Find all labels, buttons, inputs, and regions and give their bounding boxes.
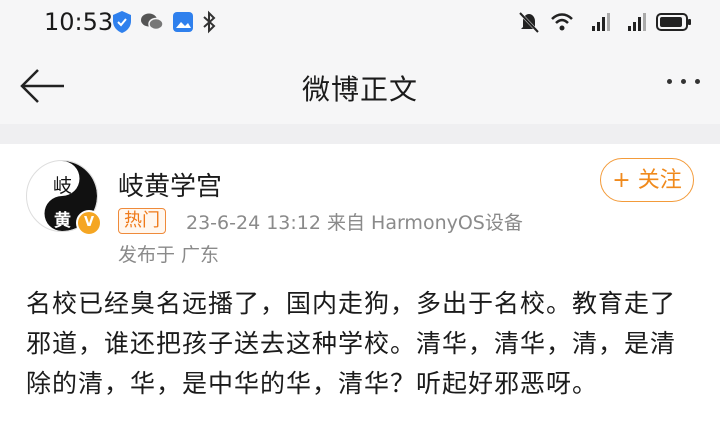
- status-right-icons: [518, 10, 692, 34]
- post-location: 发布于 广东: [118, 244, 220, 266]
- photo-icon: [173, 12, 193, 32]
- status-bar: 10:53: [0, 0, 720, 48]
- username[interactable]: 岐黄学宫: [118, 166, 222, 203]
- verified-badge-icon: V: [76, 210, 102, 236]
- post-meta: 23-6-24 13:12 来自 HarmonyOS设备: [186, 212, 523, 234]
- wechat-icon: [141, 13, 164, 31]
- wifi-icon: [551, 13, 573, 31]
- follow-button[interactable]: + 关注: [600, 158, 694, 202]
- status-time: 10:53: [44, 8, 114, 36]
- avatar-char-top: 岐: [53, 175, 73, 197]
- more-options-icon[interactable]: [667, 79, 700, 84]
- post-card: 岐 黄 V 岐黄学宫 热门 23-6-24 13:12 来自 HarmonyOS…: [0, 144, 720, 422]
- section-divider: [0, 124, 720, 144]
- post-content: 名校已经臭名远播了，国内走狗，多出于名校。教育走了邪道，谁还把孩子送去这种学校。…: [26, 289, 677, 398]
- battery-icon: [656, 13, 691, 31]
- bluetooth-icon: [203, 10, 216, 34]
- nav-bar: 微博正文: [0, 48, 720, 124]
- signal-icon: [592, 13, 610, 31]
- hot-tag: 热门: [118, 208, 166, 234]
- mute-icon: [518, 11, 540, 34]
- avatar-char-bottom: 黄: [54, 211, 71, 231]
- signal-icon: [628, 13, 646, 31]
- status-left-icons: [112, 10, 216, 34]
- page-title: 微博正文: [301, 73, 418, 106]
- shield-icon: [113, 11, 131, 33]
